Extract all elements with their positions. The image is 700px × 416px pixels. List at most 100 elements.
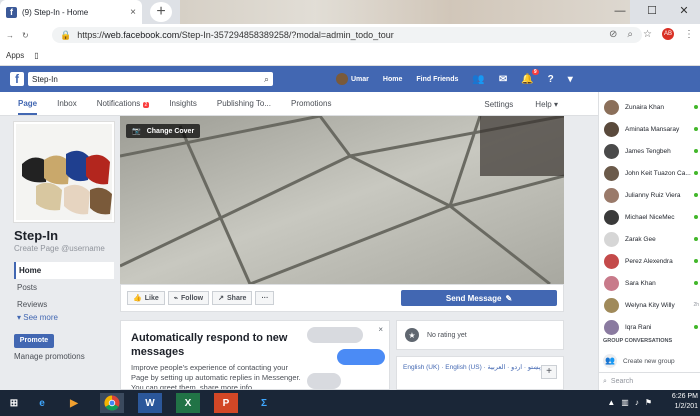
chat-contact[interactable]: Iqra Rani bbox=[599, 316, 700, 338]
facebook-logo[interactable]: f bbox=[10, 72, 24, 86]
see-more-label: See more bbox=[23, 313, 58, 322]
chat-contact[interactable]: James Tengbeh bbox=[599, 140, 700, 162]
like-button[interactable]: 👍 Like bbox=[127, 291, 165, 305]
maximize-button[interactable]: ☐ bbox=[636, 0, 668, 24]
zoom-icon[interactable]: ⌕ bbox=[627, 29, 633, 40]
contact-name: Aminata Mansaray bbox=[625, 125, 680, 133]
tab-close-icon[interactable]: × bbox=[130, 7, 136, 18]
profile-avatar[interactable]: AB bbox=[662, 28, 674, 40]
media-player-icon[interactable]: ▶ bbox=[62, 393, 86, 413]
auto-respond-title: Automatically respond to new messages bbox=[131, 332, 288, 358]
tab-settings[interactable]: Settings bbox=[484, 100, 513, 109]
notifications-icon[interactable]: 🔔 9 bbox=[521, 68, 539, 85]
internet-explorer-icon[interactable]: e bbox=[30, 393, 54, 413]
page-tabs: Page Inbox Notifications 2 Insights Publ… bbox=[0, 92, 598, 116]
add-language-button[interactable]: + bbox=[541, 365, 557, 379]
close-window-button[interactable]: ✕ bbox=[668, 0, 700, 24]
browser-tab[interactable]: f (9) Step-In - Home × bbox=[0, 0, 142, 24]
friend-requests-icon[interactable]: 👥 bbox=[472, 74, 484, 85]
word-icon[interactable]: W bbox=[138, 393, 162, 413]
create-group-button[interactable]: 👥 Create new group bbox=[603, 354, 675, 368]
messenger-icon[interactable]: ✉ bbox=[499, 74, 507, 85]
menu-dots-icon[interactable]: ⋮ bbox=[684, 29, 694, 40]
minimize-button[interactable]: — bbox=[604, 0, 636, 24]
manage-promotions-link[interactable]: Manage promotions bbox=[14, 352, 85, 361]
bookmark-star-icon[interactable]: ☆ bbox=[643, 29, 652, 40]
page-tabs-right: Settings Help ▾ bbox=[484, 92, 558, 116]
start-button[interactable]: ⊞ bbox=[2, 393, 26, 413]
chat-contact[interactable]: Julianny Ruiz Viera bbox=[599, 184, 700, 206]
chat-contact[interactable]: John Keit Tuazon Ca... bbox=[599, 162, 700, 184]
chat-contact[interactable]: Zarak Gee bbox=[599, 228, 700, 250]
contact-name: Perez Alexendra bbox=[625, 257, 673, 265]
network-icon[interactable]: ▥ bbox=[621, 398, 629, 407]
tab-help[interactable]: Help ▾ bbox=[535, 100, 558, 109]
see-more-link[interactable]: ▾ See more bbox=[14, 313, 114, 322]
tab-notifications[interactable]: Notifications 2 bbox=[97, 99, 150, 108]
chat-contact[interactable]: Perez Alexendra bbox=[599, 250, 700, 272]
chat-contact[interactable]: Michael NiceMec bbox=[599, 206, 700, 228]
url-text: https://web.facebook.com/Step-In-3572948… bbox=[77, 30, 393, 40]
follow-button[interactable]: ⌁ Follow bbox=[167, 291, 210, 305]
url-scheme: https:// bbox=[77, 30, 105, 40]
url-bar[interactable]: 🔒 https://web.facebook.com/Step-In-35729… bbox=[52, 27, 642, 43]
search-icon: ⌕ bbox=[603, 377, 607, 385]
excel-icon[interactable]: X bbox=[176, 393, 200, 413]
nav-find-friends[interactable]: Find Friends bbox=[416, 76, 458, 83]
page-name[interactable]: Step-In bbox=[14, 228, 58, 243]
volume-icon[interactable]: ♪ bbox=[635, 398, 639, 407]
page-icon[interactable]: ▯ bbox=[34, 51, 38, 60]
tab-strip-background bbox=[180, 0, 630, 24]
left-nav-reviews[interactable]: Reviews bbox=[14, 296, 114, 313]
taskbar-clock[interactable]: 6:26 PM 1/2/201 bbox=[672, 392, 698, 412]
chat-contact[interactable]: Zunaira Khan bbox=[599, 96, 700, 118]
chat-search-input[interactable]: ⌕ Search bbox=[599, 372, 700, 390]
profile-link[interactable]: Umar bbox=[336, 73, 369, 85]
chrome-icon[interactable] bbox=[100, 393, 124, 413]
tab-publishing-tools[interactable]: Publishing To... bbox=[217, 99, 271, 108]
create-username-link[interactable]: Create Page @username bbox=[14, 244, 105, 253]
chat-contact[interactable]: Sara Khan bbox=[599, 272, 700, 294]
tab-promotions[interactable]: Promotions bbox=[291, 99, 331, 108]
chat-contact[interactable]: Welyna Kity Willy 2h bbox=[599, 294, 700, 316]
chat-sidebar: Zunaira Khan Aminata Mansaray James Tengbe… bbox=[598, 92, 700, 390]
new-tab-button[interactable]: + bbox=[150, 2, 172, 22]
tab-insights[interactable]: Insights bbox=[169, 99, 197, 108]
search-input[interactable]: Step-In ⌕ bbox=[28, 72, 273, 86]
apps-bookmark[interactable]: Apps bbox=[6, 51, 24, 60]
promote-button[interactable]: Promote bbox=[14, 334, 54, 348]
contact-avatar bbox=[604, 319, 619, 335]
user-name: Umar bbox=[351, 75, 369, 83]
left-nav-home[interactable]: Home bbox=[14, 262, 114, 279]
contact-name: John Keit Tuazon Ca... bbox=[625, 169, 691, 177]
rating-text: No rating yet bbox=[427, 331, 467, 339]
contact-avatar bbox=[604, 231, 619, 247]
chat-contact[interactable]: Aminata Mansaray bbox=[599, 118, 700, 140]
languages-list[interactable]: English (UK) · English (US) · پښتو · ارد… bbox=[403, 363, 557, 372]
powerpoint-icon[interactable]: P bbox=[214, 393, 238, 413]
tab-page[interactable]: Page bbox=[18, 99, 38, 115]
left-nav: Home Posts Reviews ▾ See more bbox=[14, 262, 114, 322]
share-button[interactable]: ↗ Share bbox=[212, 291, 253, 305]
help-icon[interactable]: ? bbox=[548, 74, 554, 85]
search-icon[interactable]: ⌕ bbox=[264, 74, 269, 85]
contact-avatar bbox=[604, 99, 619, 115]
page-profile-picture[interactable] bbox=[14, 122, 114, 222]
url-path: /Step-In-357294858389258/?modal=admin_to… bbox=[179, 30, 394, 40]
sigma-app-icon[interactable]: Σ bbox=[252, 393, 276, 413]
account-menu-icon[interactable]: ▾ bbox=[568, 74, 573, 85]
arrow-up-icon[interactable]: ▲ bbox=[607, 398, 615, 407]
change-cover-button[interactable]: 📷 Change Cover bbox=[126, 124, 201, 138]
close-card-icon[interactable]: × bbox=[378, 325, 383, 334]
more-actions-button[interactable]: ··· bbox=[255, 291, 275, 305]
follow-label: Follow bbox=[180, 294, 204, 302]
nav-home[interactable]: Home bbox=[383, 76, 402, 83]
forward-icon[interactable]: → bbox=[6, 31, 14, 40]
flag-icon[interactable]: ⚑ bbox=[645, 398, 652, 407]
camera-blocked-icon[interactable]: ⊘ bbox=[609, 29, 617, 40]
create-group-label: Create new group bbox=[623, 357, 675, 365]
tab-inbox[interactable]: Inbox bbox=[57, 99, 77, 108]
reload-icon[interactable]: ↻ bbox=[22, 31, 29, 40]
send-message-button[interactable]: Send Message ✎ bbox=[401, 290, 557, 306]
left-nav-posts[interactable]: Posts bbox=[14, 279, 114, 296]
